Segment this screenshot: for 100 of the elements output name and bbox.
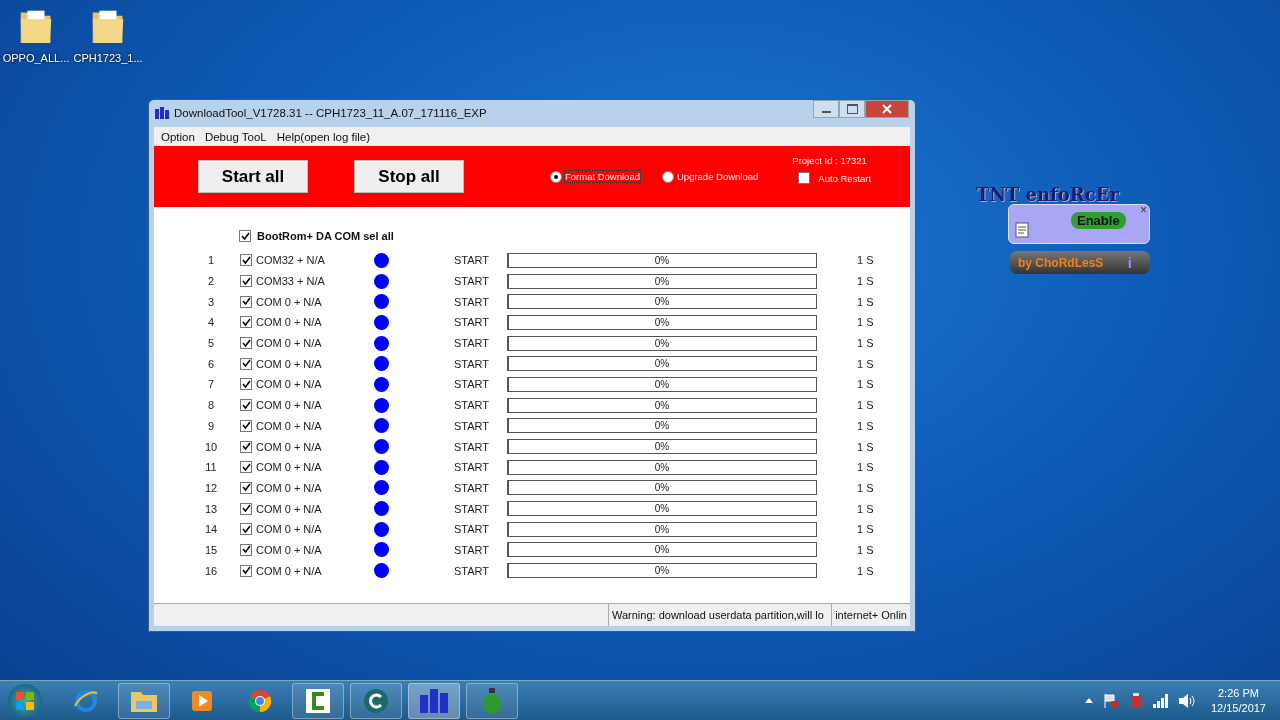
port-label[interactable]: COM 0 + N/A — [256, 564, 366, 577]
checkbox[interactable] — [798, 172, 811, 184]
checkbox[interactable] — [240, 254, 252, 267]
taskbar-button[interactable] — [408, 682, 460, 719]
close-button[interactable] — [865, 100, 909, 118]
status-text: START — [453, 461, 491, 474]
radio-label[interactable]: Format Download — [565, 171, 640, 182]
checkbox[interactable] — [240, 523, 252, 536]
port-label[interactable]: COM 0 + N/A — [256, 378, 366, 391]
progress-percent: 0% — [654, 503, 670, 515]
port-label[interactable]: COM 0 + N/A — [256, 419, 366, 432]
port-label[interactable]: COM32 + N/A — [256, 254, 366, 267]
checkbox[interactable] — [240, 316, 252, 329]
checkbox-label[interactable]: BootRom+ DA COM sel all — [257, 230, 394, 242]
browser-icon[interactable] — [73, 687, 99, 714]
checkbox[interactable] — [240, 399, 252, 412]
gadget-title: TNT enfoRcEr — [976, 184, 1119, 205]
minimize-button[interactable] — [813, 100, 839, 118]
port-label[interactable]: COM 0 + N/A — [256, 399, 366, 412]
power-icon[interactable] — [1128, 692, 1143, 709]
show-hidden-icons[interactable] — [1084, 698, 1093, 703]
progress-percent: 0% — [654, 441, 670, 453]
progress-percent: 0% — [654, 337, 670, 349]
signal-icon[interactable] — [1152, 693, 1169, 708]
media-player-icon[interactable] — [191, 689, 213, 712]
checkbox-label[interactable]: Auto Restart — [818, 172, 872, 184]
elapsed-time: 1 S — [856, 399, 875, 412]
checkbox[interactable] — [240, 295, 252, 308]
progress-percent: 0% — [654, 316, 670, 328]
checkbox[interactable] — [240, 461, 252, 474]
elapsed-time: 1 S — [856, 564, 875, 577]
elapsed-time: 1 S — [856, 419, 875, 432]
status-text: START — [453, 254, 491, 267]
browser-icon[interactable] — [248, 688, 272, 713]
port-label[interactable]: COM33 + N/A — [256, 275, 366, 288]
checkbox[interactable] — [240, 419, 252, 432]
elapsed-time: 1 S — [856, 316, 875, 329]
row-number: 6 — [206, 357, 216, 370]
start-all-button[interactable]: Start all — [198, 160, 308, 193]
row-number: 5 — [206, 337, 216, 350]
speaker-icon[interactable] — [1178, 693, 1195, 708]
taskbar-button[interactable] — [292, 682, 344, 719]
port-label[interactable]: COM 0 + N/A — [256, 502, 366, 515]
progress-percent: 0% — [654, 420, 670, 432]
checkbox[interactable] — [239, 230, 251, 242]
checkbox[interactable] — [240, 543, 252, 556]
radio-button[interactable] — [662, 170, 674, 183]
maximize-button[interactable] — [839, 100, 865, 118]
port-label[interactable]: COM 0 + N/A — [256, 316, 366, 329]
menu-item[interactable]: Help(open log file) — [271, 130, 376, 143]
status-text: START — [453, 399, 491, 412]
row-number: 14 — [203, 523, 219, 536]
elapsed-time: 1 S — [856, 378, 875, 391]
checkbox[interactable] — [240, 275, 252, 288]
checkbox[interactable] — [240, 481, 252, 494]
taskbar-button[interactable] — [350, 682, 402, 719]
status-text: START — [453, 523, 491, 536]
menu-item[interactable]: Option — [156, 130, 200, 143]
close-button[interactable]: × — [1140, 203, 1147, 217]
port-label[interactable]: COM 0 + N/A — [256, 357, 366, 370]
enable-toggle[interactable]: Enable — [1071, 212, 1126, 229]
menu-item[interactable]: Debug TooL — [199, 130, 272, 143]
progress-percent: 0% — [654, 296, 670, 308]
start-button[interactable] — [8, 683, 42, 718]
checkbox[interactable] — [240, 440, 252, 453]
checkbox[interactable] — [240, 378, 252, 391]
desktop-icon-label[interactable]: CPH1723_1... — [73, 52, 143, 64]
bars-icon — [419, 688, 449, 713]
elapsed-time: 1 S — [856, 440, 875, 453]
status-message: Warning: download userdata partition,will lo — [608, 604, 832, 626]
progress-percent: 0% — [654, 461, 670, 473]
status-text: START — [453, 564, 491, 577]
port-label[interactable]: COM 0 + N/A — [256, 543, 366, 556]
port-label[interactable]: COM 0 + N/A — [256, 295, 366, 308]
port-label[interactable]: COM 0 + N/A — [256, 337, 366, 350]
port-label[interactable]: COM 0 + N/A — [256, 440, 366, 453]
clock[interactable]: 2:26 PM 12/15/2017 — [1210, 685, 1266, 716]
flag-icon[interactable] — [1102, 692, 1119, 709]
checkbox[interactable] — [240, 502, 252, 515]
checkbox[interactable] — [240, 337, 252, 350]
checkbox[interactable] — [240, 564, 252, 577]
status-text: START — [453, 357, 491, 370]
port-label[interactable]: COM 0 + N/A — [256, 461, 366, 474]
desktop-icon-label[interactable]: OPPO_ALL... — [2, 52, 70, 64]
elapsed-time: 1 S — [856, 523, 875, 536]
progress-percent: 0% — [654, 358, 670, 370]
close-icon — [882, 104, 892, 114]
port-label[interactable]: COM 0 + N/A — [256, 523, 366, 536]
row-number: 3 — [206, 295, 216, 308]
radio-button[interactable] — [550, 170, 562, 183]
radio-label[interactable]: Upgrade Download — [677, 171, 759, 182]
status-text: START — [453, 543, 491, 556]
row-number: 4 — [206, 316, 216, 329]
status-text: START — [453, 378, 491, 391]
port-label[interactable]: COM 0 + N/A — [256, 481, 366, 494]
refresh-icon — [363, 687, 389, 714]
checkbox[interactable] — [240, 357, 252, 370]
taskbar-button[interactable] — [118, 682, 170, 719]
stop-all-button[interactable]: Stop all — [354, 160, 464, 193]
row-number: 11 — [204, 461, 218, 474]
